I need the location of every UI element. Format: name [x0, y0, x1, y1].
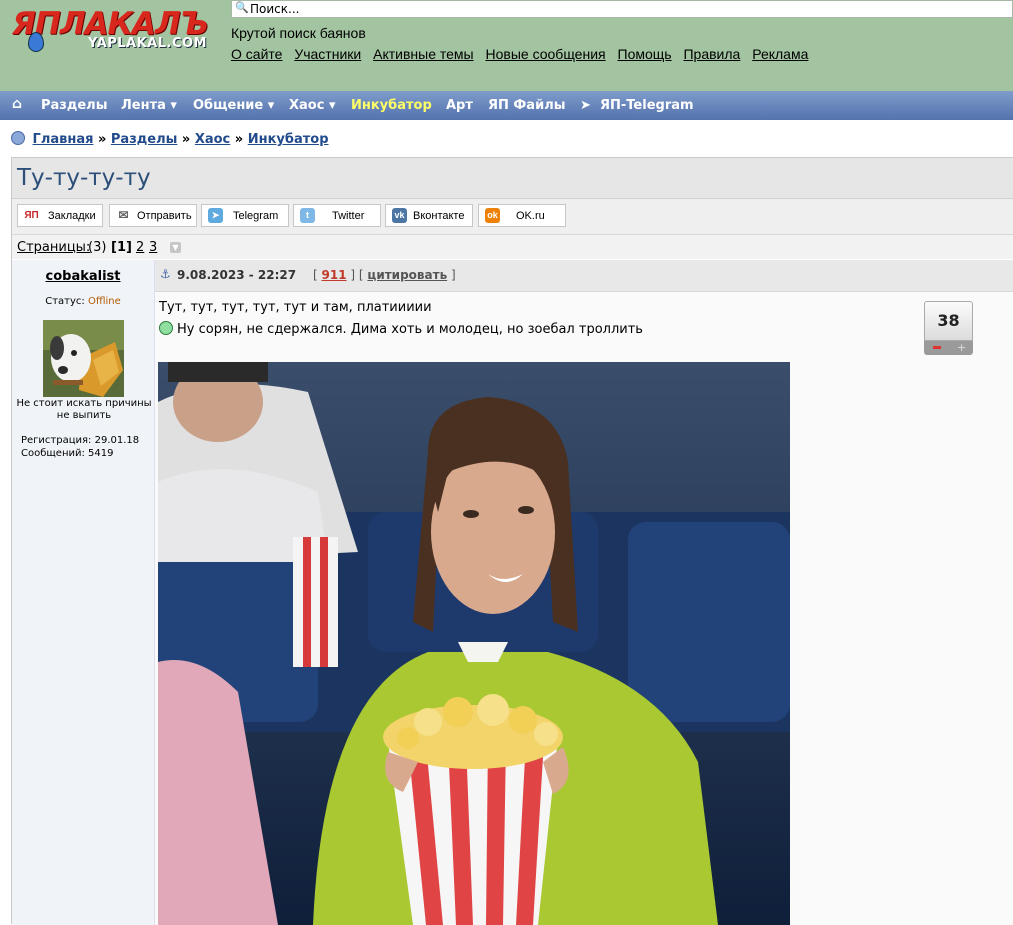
author-registration: Регистрация: 29.01.18	[21, 435, 140, 446]
bracket: [	[313, 268, 318, 282]
quote-link[interactable]: цитировать	[367, 268, 447, 282]
nav-item-chaos[interactable]: Хаос ▾	[289, 98, 335, 113]
twitter-icon: t	[300, 208, 315, 223]
search-input[interactable]	[250, 1, 990, 17]
yap-icon: ЯП	[24, 208, 39, 223]
current-page: [1]	[111, 240, 132, 255]
nav-item-sections[interactable]: Разделы	[41, 98, 107, 113]
pages-label[interactable]: Страницы:	[17, 240, 90, 255]
topic-title-bar: Ту-ту-ту-ту	[12, 158, 1013, 199]
top-link-about[interactable]: О сайте	[231, 46, 282, 62]
author-name[interactable]: cobakalist	[12, 269, 154, 284]
home-icon[interactable]: ⌂	[12, 96, 22, 112]
nav-item-talk[interactable]: Общение ▾	[193, 98, 274, 113]
post-body: Тут, тут, тут, тут, тут и там, платиииии…	[155, 292, 1013, 925]
share-label: Вконтакте	[413, 210, 465, 222]
pages-count: (3)	[88, 240, 107, 255]
post-date: 9.08.2023 - 22:27	[177, 268, 297, 282]
vk-icon: vk	[392, 208, 407, 223]
vote-minus-button[interactable]	[933, 346, 941, 349]
bracket: ] [	[350, 268, 364, 282]
post-text-line: Тут, тут, тут, тут, тут и там, платиииии	[159, 300, 432, 315]
post-text-line: Ну сорян, не сдержался. Дима хоть и моло…	[159, 321, 643, 337]
top-link-help[interactable]: Помощь	[618, 46, 672, 62]
top-links: О сайте Участники Активные темы Новые со…	[231, 46, 816, 62]
share-bar: ЯП Закладки ✉ Отправить ➤ Telegram t Twi…	[12, 199, 1013, 235]
anchor-icon[interactable]: ⚓	[160, 267, 171, 281]
vote-count: 38	[924, 301, 973, 341]
post-image-art	[158, 362, 790, 925]
top-link-ads[interactable]: Реклама	[752, 46, 808, 62]
share-ok-button[interactable]: ok OK.ru	[478, 204, 566, 227]
avatar	[43, 320, 124, 397]
share-label: Twitter	[332, 210, 365, 222]
logo-drop-icon	[28, 32, 44, 52]
share-twitter-button[interactable]: t Twitter	[293, 204, 381, 227]
breadcrumb-separator: »	[234, 132, 244, 147]
pagination-bar: Страницы: (3) [1] 2 3 ▼	[12, 235, 1013, 259]
top-link-rules[interactable]: Правила	[683, 46, 740, 62]
status-value: Offline	[87, 296, 121, 307]
breadcrumb-sections[interactable]: Разделы	[111, 132, 177, 147]
search-box: 🔍	[231, 0, 1013, 18]
author-signature: Не стоит искать причины не выпить	[16, 398, 152, 421]
top-link-active-topics[interactable]: Активные темы	[373, 46, 474, 62]
share-vk-button[interactable]: vk Вконтакте	[385, 204, 473, 227]
share-send-button[interactable]: ✉ Отправить	[109, 204, 197, 227]
author-stats: Регистрация: 29.01.18 Сообщений: 5419	[21, 434, 139, 460]
share-label: Отправить	[137, 210, 192, 222]
share-telegram-button[interactable]: ➤ Telegram	[201, 204, 289, 227]
share-label: Закладки	[48, 210, 96, 222]
post-text: Ну сорян, не сдержался. Дима хоть и моло…	[177, 322, 643, 337]
share-label: OK.ru	[516, 210, 545, 222]
logo-sub-text: YAPLAKAL.COM	[88, 36, 207, 51]
breadcrumb-home[interactable]: Главная	[33, 132, 94, 147]
breadcrumb-separator: »	[181, 132, 191, 147]
telegram-share-icon: ➤	[208, 208, 223, 223]
post-rating-link[interactable]: 911	[322, 268, 347, 282]
nav-item-files[interactable]: ЯП Файлы	[488, 98, 565, 113]
smile-icon	[159, 321, 173, 335]
main-nav: ⌂ Разделы Лента ▾ Общение ▾ Хаос ▾ Инкуб…	[0, 91, 1013, 120]
nav-item-feed[interactable]: Лента ▾	[121, 98, 177, 113]
nav-item-telegram[interactable]: ЯП-Telegram	[600, 98, 694, 113]
page-link-3[interactable]: 3	[149, 240, 157, 255]
bracket: ]	[450, 268, 456, 282]
page-link-2[interactable]: 2	[136, 240, 144, 255]
breadcrumb-icon	[11, 131, 25, 145]
post-image[interactable]	[158, 362, 790, 925]
breadcrumb: Главная » Разделы » Хаос » Инкубатор	[11, 131, 329, 147]
site-logo[interactable]: ЯПЛАКАЛЪ YAPLAKAL.COM	[10, 6, 210, 58]
nav-item-art[interactable]: Арт	[446, 98, 473, 113]
slogan: Крутой поиск баянов	[231, 25, 366, 41]
search-icon: 🔍	[235, 1, 249, 14]
share-bookmarks-button[interactable]: ЯП Закладки	[17, 204, 103, 227]
share-label: Telegram	[233, 210, 279, 222]
vote-plus-button[interactable]: +	[957, 342, 966, 353]
top-link-members[interactable]: Участники	[294, 46, 361, 62]
mail-icon: ✉	[116, 208, 131, 223]
breadcrumb-chaos[interactable]: Хаос	[195, 132, 230, 147]
post-header: ⚓ 9.08.2023 - 22:27 [ 911 ] [ цитировать…	[155, 260, 1013, 292]
vote-buttons: +	[924, 341, 973, 355]
post-meta: [ 911 ] [ цитировать ]	[313, 268, 456, 282]
pages-dropdown-icon[interactable]: ▼	[170, 242, 181, 253]
author-column: cobakalist Статус: Offline Не стоит иска…	[12, 260, 155, 925]
breadcrumb-incubator[interactable]: Инкубатор	[248, 132, 329, 147]
author-status: Статус: Offline	[12, 296, 154, 307]
topic-container: Ту-ту-ту-ту ЯП Закладки ✉ Отправить ➤ Te…	[11, 157, 1013, 925]
author-post-count: Сообщений: 5419	[21, 448, 114, 459]
top-link-new-messages[interactable]: Новые сообщения	[486, 46, 606, 62]
avatar-image	[43, 320, 124, 397]
vote-widget: 38 +	[924, 301, 973, 356]
breadcrumb-separator: »	[97, 132, 107, 147]
telegram-icon: ➤	[580, 98, 591, 113]
ok-icon: ok	[485, 208, 500, 223]
status-label: Статус:	[45, 296, 85, 307]
nav-item-incubator[interactable]: Инкубатор	[351, 98, 432, 113]
topic-title: Ту-ту-ту-ту	[17, 165, 151, 191]
site-header: ЯПЛАКАЛЪ YAPLAKAL.COM 🔍 Крутой поиск бая…	[0, 0, 1013, 91]
